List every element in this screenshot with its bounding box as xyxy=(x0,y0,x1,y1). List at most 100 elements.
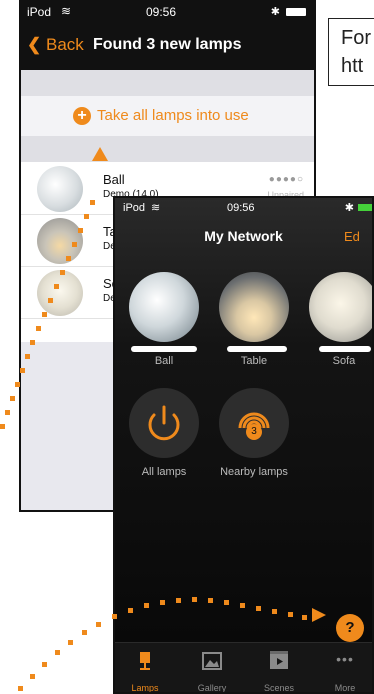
arrow-dot xyxy=(0,424,5,429)
power-icon xyxy=(148,405,180,441)
status-bar: iPod ≋ 09:56 ✱ xyxy=(115,198,372,218)
nearby-count-badge: 3 xyxy=(246,424,262,440)
arrow-dot xyxy=(60,270,65,275)
arrow-dot xyxy=(272,609,277,614)
tab-label: Scenes xyxy=(263,683,295,693)
arrow-dot xyxy=(55,650,60,655)
page-title: My Network xyxy=(204,228,283,244)
arrow-dot xyxy=(20,368,25,373)
arrow-dot xyxy=(84,214,89,219)
arrow-dot xyxy=(128,608,133,613)
arrow-dot xyxy=(10,396,15,401)
arrow-dot xyxy=(144,603,149,608)
arrow-dot xyxy=(256,606,261,611)
callout-line-2: htt xyxy=(341,55,364,77)
tab-scenes[interactable]: Scenes xyxy=(253,643,305,693)
arrow-dot xyxy=(66,256,71,261)
status-bar: iPod ≋ 09:56 ✱ xyxy=(21,2,314,22)
arrow-dot xyxy=(96,622,101,627)
all-lamps-label: All lamps xyxy=(141,466,187,478)
chevron-left-icon: ❮ xyxy=(27,35,42,54)
arrow-dot xyxy=(112,614,117,619)
take-all-label: Take all lamps into use xyxy=(97,107,249,124)
my-network-screen: iPod ≋ 09:56 ✱ My Network Ed Ball Table … xyxy=(113,196,374,694)
signal-strength-icon: ●●●●○ xyxy=(268,174,304,185)
lamp-icon xyxy=(140,652,150,670)
nearby-signal-icon xyxy=(238,412,270,429)
arrow-dot xyxy=(42,312,47,317)
status-time: 09:56 xyxy=(146,5,177,19)
arrow-dot xyxy=(192,597,197,602)
tab-more[interactable]: ••• More xyxy=(319,643,371,693)
nearby-lamps-label: Nearby lamps xyxy=(220,466,288,478)
lamp-name-bar xyxy=(227,346,287,352)
more-icon: ••• xyxy=(336,651,354,667)
lamp-thumbnail xyxy=(37,270,83,316)
wifi-icon: ≋ xyxy=(151,202,161,214)
arrow-dot xyxy=(54,284,59,289)
take-all-lamps-button[interactable]: + Take all lamps into use xyxy=(21,96,314,136)
section-spacer xyxy=(21,136,314,162)
arrow-dot xyxy=(240,603,245,608)
arrow-dot xyxy=(288,612,293,617)
tab-lamps[interactable]: Lamps xyxy=(119,643,171,692)
url-callout: For htt xyxy=(328,18,374,86)
arrow-dot xyxy=(5,410,10,415)
tab-bar: Lamps Gallery Scenes ••• More xyxy=(115,642,372,693)
tab-label: Gallery xyxy=(197,683,227,693)
back-label: Back xyxy=(45,35,84,54)
all-lamps-button[interactable] xyxy=(129,388,199,458)
lamp-tile-sofa[interactable] xyxy=(309,272,372,342)
help-button[interactable]: ? xyxy=(336,614,364,642)
add-icon: + xyxy=(73,107,91,125)
back-button[interactable]: ❮ Back xyxy=(27,35,84,55)
battery-icon xyxy=(358,204,372,211)
section-spacer xyxy=(21,70,314,96)
arrow-dot xyxy=(82,630,87,635)
lamp-label-table: Table xyxy=(240,355,268,367)
lamp-name-bar xyxy=(131,346,197,352)
wifi-icon: ≋ xyxy=(61,4,72,18)
arrow-dot xyxy=(68,640,73,645)
scenes-icon xyxy=(270,651,288,669)
arrow-dot xyxy=(36,326,41,331)
nearby-lamps-button[interactable]: 3 xyxy=(219,388,289,458)
device-label: iPod xyxy=(123,202,146,214)
arrow-dot xyxy=(302,615,307,620)
edit-button[interactable]: Ed xyxy=(344,229,360,244)
lamp-name-bar xyxy=(319,346,371,352)
arrow-dot xyxy=(48,298,53,303)
tab-label: More xyxy=(334,683,356,693)
lamp-label-ball: Ball xyxy=(154,355,174,367)
nav-bar: ❮ Back Found 3 new lamps xyxy=(21,22,314,70)
arrow-head-up-icon xyxy=(92,147,108,161)
lamp-label-sofa: Sofa xyxy=(332,355,356,367)
arrow-dot xyxy=(78,228,83,233)
arrow-dot xyxy=(208,598,213,603)
arrow-dot xyxy=(30,340,35,345)
arrow-dot xyxy=(30,674,35,679)
lamp-name: Ball xyxy=(103,172,125,187)
arrow-dot xyxy=(90,200,95,205)
arrow-dot xyxy=(176,598,181,603)
arrow-dot xyxy=(224,600,229,605)
arrow-dot xyxy=(42,662,47,667)
device-label: iPod xyxy=(27,5,52,19)
tab-gallery[interactable]: Gallery xyxy=(186,643,238,693)
arrow-head-right-icon xyxy=(312,608,326,622)
bluetooth-icon: ✱ xyxy=(344,202,354,214)
arrow-dot xyxy=(160,600,165,605)
lamp-thumbnail xyxy=(37,166,83,212)
arrow-dot xyxy=(72,242,77,247)
arrow-dot xyxy=(15,382,20,387)
arrow-dot xyxy=(18,686,23,691)
lamp-thumbnail xyxy=(37,218,83,264)
page-title: Found 3 new lamps xyxy=(93,36,242,53)
lamp-tile-table[interactable] xyxy=(219,272,289,342)
battery-icon xyxy=(286,8,306,16)
status-time: 09:56 xyxy=(227,202,255,214)
gallery-icon xyxy=(202,652,222,670)
lamp-tile-ball[interactable] xyxy=(129,272,199,342)
arrow-dot xyxy=(25,354,30,359)
bluetooth-icon: ✱ xyxy=(270,6,280,18)
